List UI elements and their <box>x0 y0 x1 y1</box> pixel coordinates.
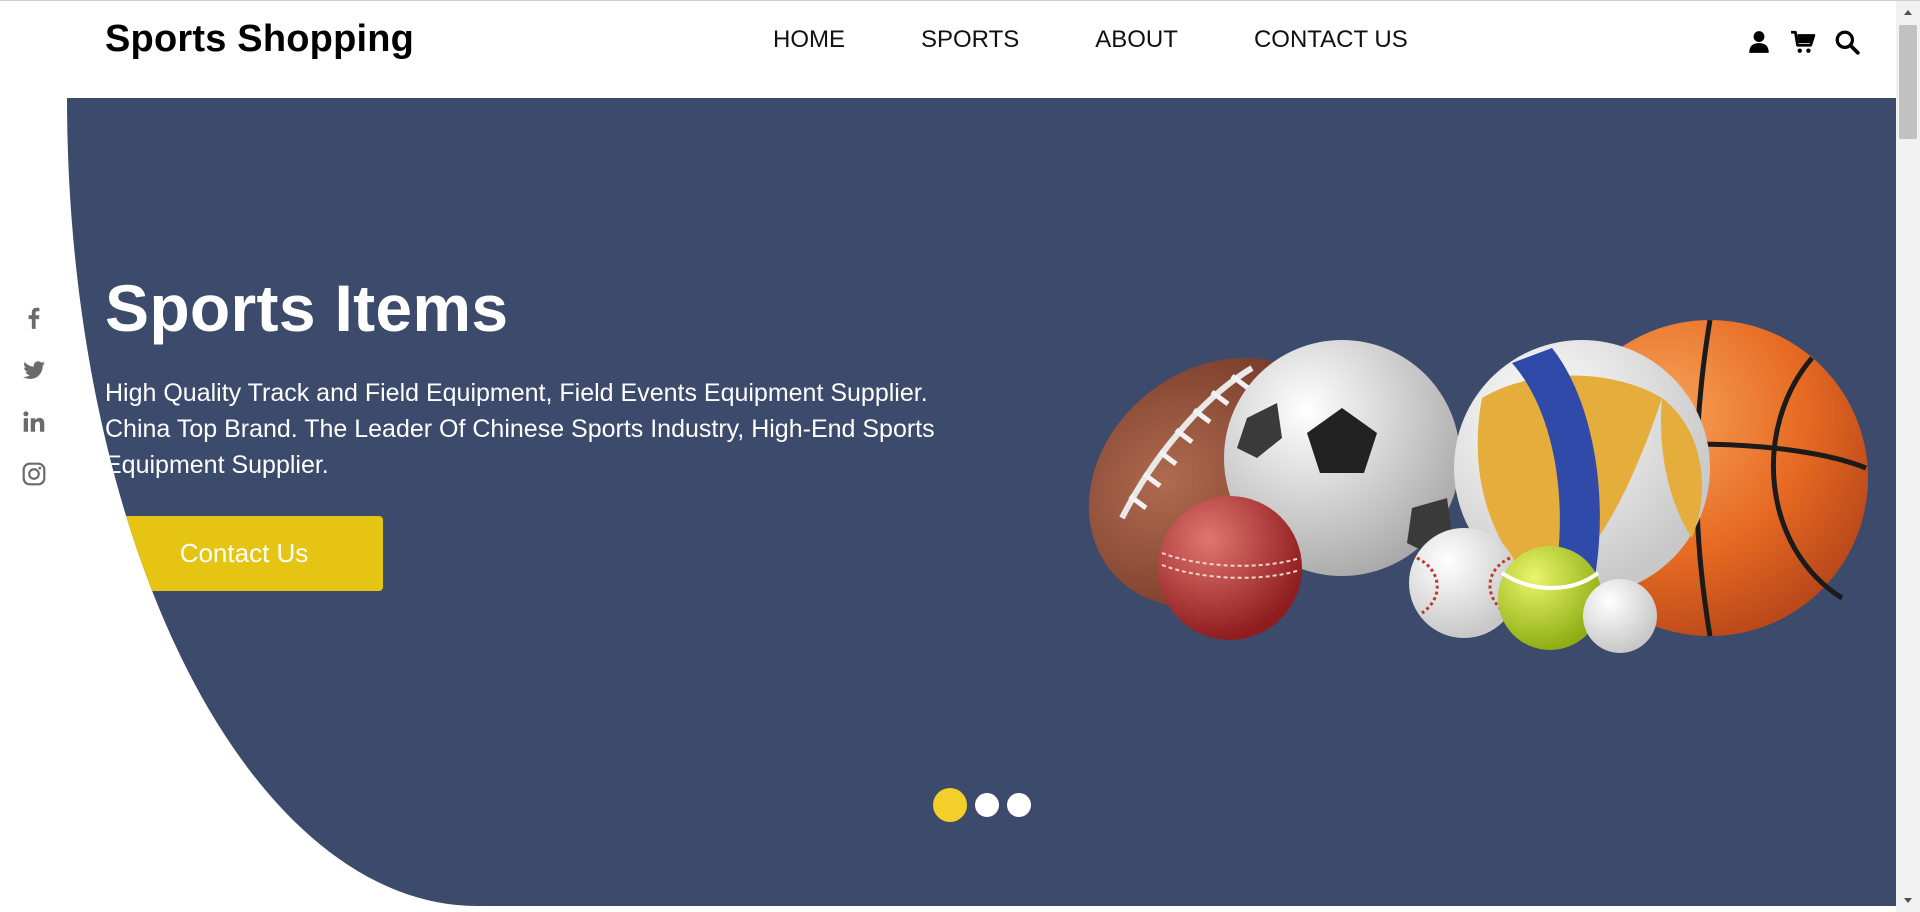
search-icon[interactable] <box>1834 29 1860 55</box>
page-scrollbar[interactable] <box>1896 1 1920 912</box>
user-icon[interactable] <box>1746 29 1772 55</box>
scrollbar-thumb[interactable] <box>1899 25 1917 139</box>
carousel-indicators <box>933 788 1039 822</box>
instagram-icon[interactable] <box>21 461 47 487</box>
hero-banner: Sports Items High Quality Track and Fiel… <box>67 98 1896 906</box>
hero-description: High Quality Track and Field Equipment, … <box>105 379 935 479</box>
hero-title: Sports Items <box>105 271 509 345</box>
carousel-dot-2[interactable] <box>975 793 999 817</box>
linkedin-icon[interactable] <box>21 409 47 435</box>
social-sidebar <box>21 305 47 513</box>
site-header: Sports Shopping HOME SPORTS ABOUT CONTAC… <box>0 1 1896 97</box>
twitter-icon[interactable] <box>21 357 47 383</box>
scroll-up-arrow-icon[interactable] <box>1896 1 1920 23</box>
contact-us-button[interactable]: Contact Us <box>105 516 383 591</box>
nav-about[interactable]: ABOUT <box>1095 26 1178 54</box>
main-nav: HOME SPORTS ABOUT CONTACT US <box>773 26 1408 54</box>
scroll-down-arrow-icon[interactable] <box>1896 890 1920 912</box>
carousel-dot-3[interactable] <box>1007 793 1031 817</box>
nav-home[interactable]: HOME <box>773 26 845 54</box>
nav-contact-us[interactable]: CONTACT US <box>1254 26 1408 54</box>
header-actions <box>1728 29 1860 55</box>
carousel-dot-1[interactable] <box>933 788 967 822</box>
brand-logo[interactable]: Sports Shopping <box>105 18 414 61</box>
nav-sports[interactable]: SPORTS <box>921 26 1019 54</box>
facebook-icon[interactable] <box>21 305 47 331</box>
sports-balls-image <box>1088 319 1868 653</box>
cart-icon[interactable] <box>1790 29 1816 55</box>
